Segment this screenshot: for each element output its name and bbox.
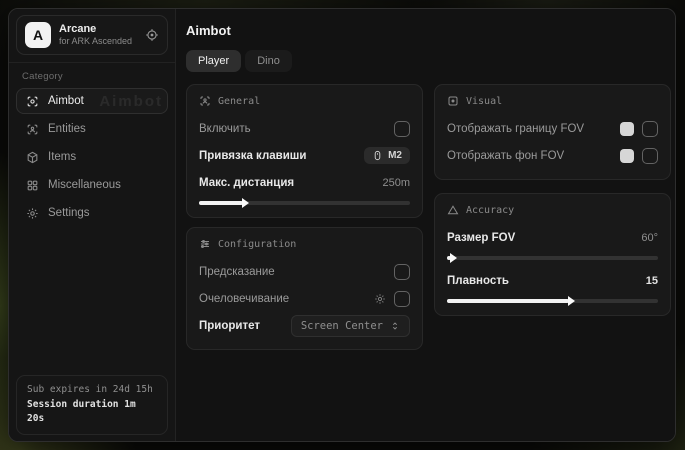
sidebar-menu: Aimbot Aimbot Entities Items — [9, 88, 175, 226]
session-duration-text: Session duration 1m 20s — [27, 398, 157, 427]
subscription-card: Sub expires in 24d 15h Session duration … — [16, 375, 168, 435]
enable-checkbox[interactable] — [394, 121, 410, 137]
page-title: Aimbot — [186, 23, 671, 38]
panel-title: Visual — [466, 96, 502, 107]
fov-border-label: Отображать границу FOV — [447, 123, 584, 135]
target-icon[interactable] — [145, 28, 159, 42]
slider-thumb[interactable] — [242, 198, 249, 208]
prediction-checkbox[interactable] — [394, 264, 410, 280]
sidebar-divider — [9, 62, 175, 63]
panel-title: Configuration — [218, 239, 296, 250]
mouse-icon — [372, 150, 383, 161]
panel-title: Accuracy — [466, 205, 514, 216]
main-content: Aimbot Player Dino General — [176, 9, 676, 441]
tab-dino[interactable]: Dino — [245, 50, 292, 72]
aimbot-watermark: Aimbot — [99, 93, 163, 110]
sidebar-item-entities[interactable]: Entities — [16, 116, 168, 142]
app-name: Arcane — [59, 23, 132, 37]
priority-dropdown[interactable]: Screen Center — [291, 315, 410, 337]
max-distance-slider[interactable] — [199, 201, 410, 205]
priority-value: Screen Center — [301, 320, 383, 332]
tab-bar: Player Dino — [186, 50, 671, 72]
fov-size-value: 60° — [641, 232, 658, 244]
sidebar-item-label: Items — [48, 151, 76, 163]
keybind-button[interactable]: M2 — [364, 147, 410, 164]
tune-icon — [199, 238, 211, 250]
smoothness-slider[interactable] — [447, 299, 658, 303]
max-distance-label: Макс. дистанция — [199, 177, 294, 189]
sidebar-item-label: Settings — [48, 207, 90, 219]
sidebar-item-settings[interactable]: Settings — [16, 200, 168, 226]
person-focus-icon — [199, 95, 211, 107]
fov-border-checkbox[interactable] — [642, 121, 658, 137]
sidebar-item-aimbot[interactable]: Aimbot Aimbot — [16, 88, 168, 114]
fov-border-color-swatch[interactable] — [620, 122, 634, 136]
app-logo: A — [25, 22, 51, 48]
panel-visual: Visual Отображать границу FOV Отображать… — [434, 84, 671, 180]
sidebar-item-label: Entities — [48, 123, 86, 135]
gear-icon — [26, 207, 39, 220]
max-distance-value: 250m — [382, 177, 410, 189]
brand-card: A Arcane for ARK Ascended — [16, 15, 168, 55]
cube-icon — [26, 151, 39, 164]
app-window: A Arcane for ARK Ascended Category — [8, 8, 676, 442]
fov-background-checkbox[interactable] — [642, 148, 658, 164]
prediction-label: Предсказание — [199, 266, 275, 278]
tab-player[interactable]: Player — [186, 50, 241, 72]
fov-size-label: Размер FOV — [447, 232, 515, 244]
sub-expires-text: Sub expires in 24d 15h — [27, 383, 157, 398]
sidebar-item-items[interactable]: Items — [16, 144, 168, 170]
crosshair-scan-icon — [26, 95, 39, 108]
panel-title: General — [218, 96, 260, 107]
slider-thumb[interactable] — [450, 253, 457, 263]
person-scan-icon — [26, 123, 39, 136]
keybind-value: M2 — [388, 150, 402, 161]
panel-general: General Включить Привязка клавиши — [186, 84, 423, 218]
humanization-checkbox[interactable] — [394, 291, 410, 307]
triangle-icon — [447, 204, 459, 216]
humanization-label: Очеловечивание — [199, 293, 289, 305]
panel-configuration: Configuration Предсказание Очеловечивани… — [186, 227, 423, 350]
priority-label: Приоритет — [199, 320, 260, 332]
sidebar-item-label: Aimbot — [48, 95, 84, 107]
sidebar: A Arcane for ARK Ascended Category — [9, 9, 176, 441]
category-label: Category — [22, 71, 162, 82]
humanization-settings-icon[interactable] — [374, 293, 386, 305]
app-subtitle: for ARK Ascended — [59, 36, 132, 47]
fov-size-slider[interactable] — [447, 256, 658, 260]
keybind-label: Привязка клавиши — [199, 150, 306, 162]
smoothness-value: 15 — [646, 275, 658, 287]
fov-background-color-swatch[interactable] — [620, 149, 634, 163]
enable-label: Включить — [199, 123, 251, 135]
sidebar-item-label: Miscellaneous — [48, 179, 121, 191]
unfold-icon — [390, 321, 400, 331]
slider-thumb[interactable] — [568, 296, 575, 306]
sidebar-item-miscellaneous[interactable]: Miscellaneous — [16, 172, 168, 198]
frame-icon — [447, 95, 459, 107]
smoothness-label: Плавность — [447, 275, 509, 287]
fov-background-label: Отображать фон FOV — [447, 150, 564, 162]
grid-icon — [26, 179, 39, 192]
panel-accuracy: Accuracy Размер FOV 60° Плавность 15 — [434, 193, 671, 316]
